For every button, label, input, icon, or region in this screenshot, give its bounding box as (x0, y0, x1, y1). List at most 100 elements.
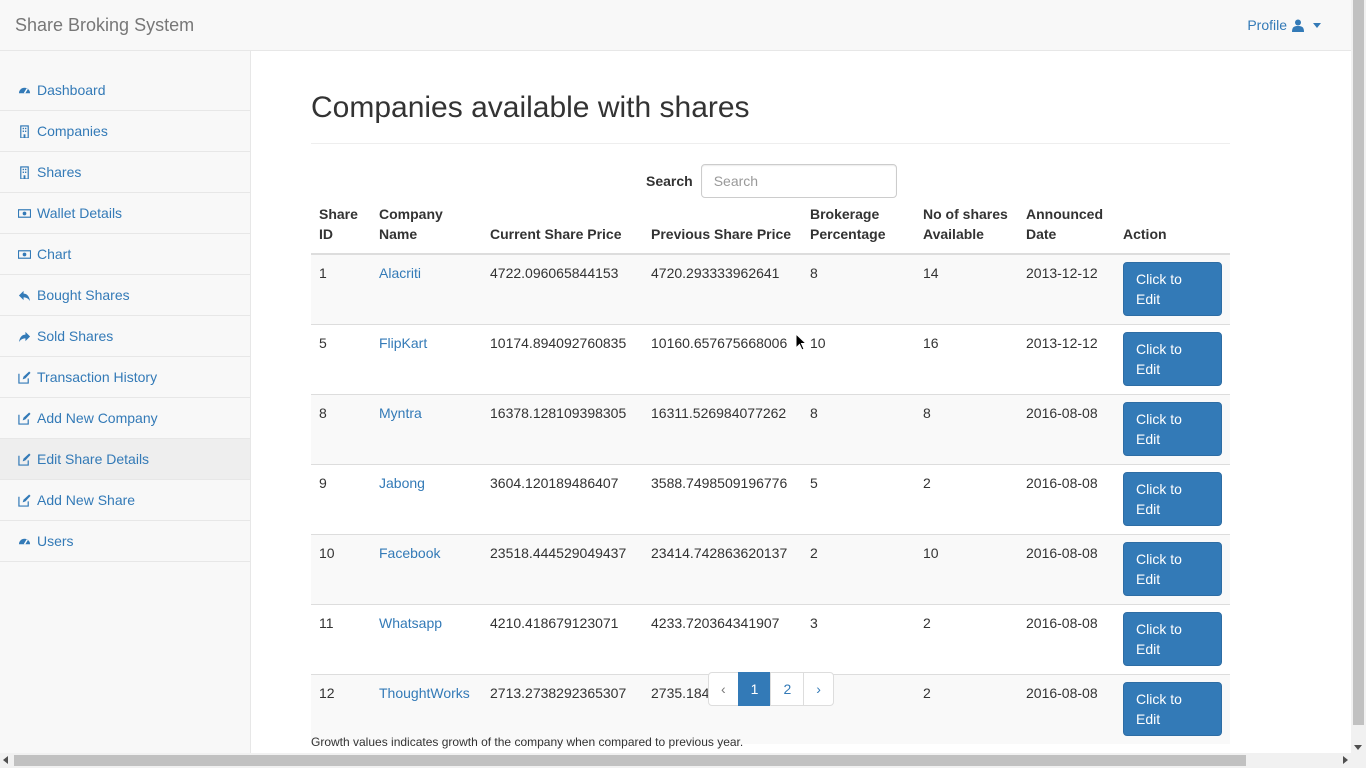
pagination-page-2[interactable]: 2 (770, 672, 805, 706)
table-cell: 4233.720364341907 (643, 604, 802, 675)
scroll-left-icon[interactable] (3, 756, 8, 764)
sidebar-item-chart[interactable]: Chart (0, 234, 250, 275)
vertical-scroll-thumb[interactable] (1353, 0, 1364, 725)
pagination-next-button[interactable]: › (803, 672, 834, 706)
column-header[interactable]: Previous Share Price (643, 204, 802, 255)
company-cell: ThoughtWorks (371, 674, 482, 744)
horizontal-scrollbar[interactable] (0, 753, 1366, 768)
sidebar-item-label: Bought Shares (37, 287, 130, 303)
column-header[interactable]: Brokerage Percentage (802, 204, 915, 255)
company-link[interactable]: Jabong (379, 475, 425, 491)
table-row: 11 Whatsapp 4210.418679123071 4233.72036434… (311, 604, 1230, 675)
table-cell: 8 (802, 253, 915, 325)
sidebar-item-shares[interactable]: Shares (0, 152, 250, 193)
page-title: Companies available with shares (311, 91, 750, 124)
column-header[interactable]: Share ID (311, 204, 371, 255)
sidebar-item-bought-shares[interactable]: Bought Shares (0, 275, 250, 316)
sidebar-item-add-new-company[interactable]: Add New Company (0, 398, 250, 439)
sidebar-item-dashboard[interactable]: Dashboard (0, 70, 250, 111)
profile-dropdown[interactable]: Profile (1247, 17, 1321, 33)
edit-icon (17, 493, 31, 507)
column-header[interactable]: Current Share Price (482, 204, 643, 255)
table-cell: 8 (915, 394, 1018, 465)
table-row: 9 Jabong 3604.120189486407 3588.74985091967… (311, 464, 1230, 535)
company-cell: Jabong (371, 464, 482, 535)
sidebar-item-companies[interactable]: Companies (0, 111, 250, 152)
action-cell: Click to Edit (1115, 253, 1230, 325)
table-cell: 10160.657675668006 (643, 324, 802, 395)
table-row: 8 Myntra 16378.128109398305 16311.526984077… (311, 394, 1230, 465)
table-body: 1 Alacriti 4722.096065844153 4720.293333962… (311, 253, 1230, 744)
table-cell: 23518.444529049437 (482, 534, 643, 605)
table-cell: 1 (311, 253, 371, 325)
horizontal-scroll-thumb[interactable] (14, 755, 1246, 766)
edit-button[interactable]: Click to Edit (1123, 542, 1222, 596)
pagination-prev-button[interactable]: ‹ (708, 672, 739, 706)
search-input[interactable] (700, 164, 897, 198)
sidebar-item-label: Users (37, 533, 74, 549)
sidebar-item-label: Chart (37, 246, 72, 262)
main-content: Companies available with shares Search S… (311, 51, 1230, 749)
company-link[interactable]: Whatsapp (379, 615, 442, 631)
table-cell: 2 (915, 604, 1018, 675)
column-header[interactable]: No of shares Available (915, 204, 1018, 255)
sidebar-item-label: Shares (37, 164, 82, 180)
table-cell: 2016-08-08 (1018, 534, 1115, 605)
table-cell: 12 (311, 674, 371, 744)
table-cell: 16311.526984077262 (643, 394, 802, 465)
table-cell: 8 (802, 394, 915, 465)
table-cell: 10174.894092760835 (482, 324, 643, 395)
pagination-page-1[interactable]: 1 (737, 672, 772, 706)
action-cell: Click to Edit (1115, 394, 1230, 465)
brand-title[interactable]: Share Broking System (15, 15, 194, 35)
table-cell: 2016-08-08 (1018, 464, 1115, 535)
company-link[interactable]: ThoughtWorks (379, 685, 470, 701)
edit-button[interactable]: Click to Edit (1123, 682, 1222, 736)
table-header-row: Share ID Company Name Current Share Price P… (311, 204, 1230, 255)
edit-button[interactable]: Click to Edit (1123, 402, 1222, 456)
sidebar-item-label: Wallet Details (37, 205, 123, 221)
table-cell: 4722.096065844153 (482, 253, 643, 325)
sidebar-item-label: Add New Share (37, 492, 136, 508)
sidebar-item-add-new-share[interactable]: Add New Share (0, 480, 250, 521)
search-label: Search (646, 173, 693, 189)
company-link[interactable]: FlipKart (379, 335, 427, 351)
sidebar-item-edit-share-details[interactable]: Edit Share Details (0, 439, 250, 480)
title-divider (311, 143, 1230, 144)
company-link[interactable]: Facebook (379, 545, 440, 561)
column-header[interactable]: Company Name (371, 204, 482, 255)
column-header[interactable]: Announced Date (1018, 204, 1115, 255)
profile-label: Profile (1247, 17, 1287, 33)
table-row: 10 Facebook 23518.444529049437 23414.742863… (311, 534, 1230, 605)
table-cell: 10 (802, 324, 915, 395)
table-cell: 2 (802, 534, 915, 605)
company-link[interactable]: Myntra (379, 405, 422, 421)
vertical-scrollbar[interactable] (1351, 0, 1366, 753)
edit-button[interactable]: Click to Edit (1123, 472, 1222, 526)
table-cell: 9 (311, 464, 371, 535)
scroll-right-icon[interactable] (1343, 756, 1348, 764)
edit-button[interactable]: Click to Edit (1123, 612, 1222, 666)
sidebar-item-users[interactable]: Users (0, 521, 250, 562)
edit-icon (17, 452, 31, 466)
sidebar-item-wallet-details[interactable]: Wallet Details (0, 193, 250, 234)
edit-button[interactable]: Click to Edit (1123, 262, 1222, 316)
sidebar-item-label: Edit Share Details (37, 451, 150, 467)
table-cell: 2016-08-08 (1018, 674, 1115, 744)
company-link[interactable]: Alacriti (379, 265, 421, 281)
sidebar-item-label: Add New Company (37, 410, 158, 426)
sidebar-item-transaction-history[interactable]: Transaction History (0, 357, 250, 398)
table-cell: 8 (311, 394, 371, 465)
table-cell: 16378.128109398305 (482, 394, 643, 465)
dashboard-icon (17, 83, 31, 97)
column-header[interactable]: Action (1115, 204, 1230, 255)
sidebar-item-label: Dashboard (37, 82, 106, 98)
share-icon (17, 329, 31, 343)
table-cell: 16 (915, 324, 1018, 395)
table-row: 1 Alacriti 4722.096065844153 4720.293333962… (311, 253, 1230, 325)
top-navbar: Share Broking System Profile (0, 0, 1351, 51)
scroll-down-icon[interactable] (1354, 745, 1362, 750)
edit-button[interactable]: Click to Edit (1123, 332, 1222, 386)
company-cell: Myntra (371, 394, 482, 465)
sidebar-item-sold-shares[interactable]: Sold Shares (0, 316, 250, 357)
